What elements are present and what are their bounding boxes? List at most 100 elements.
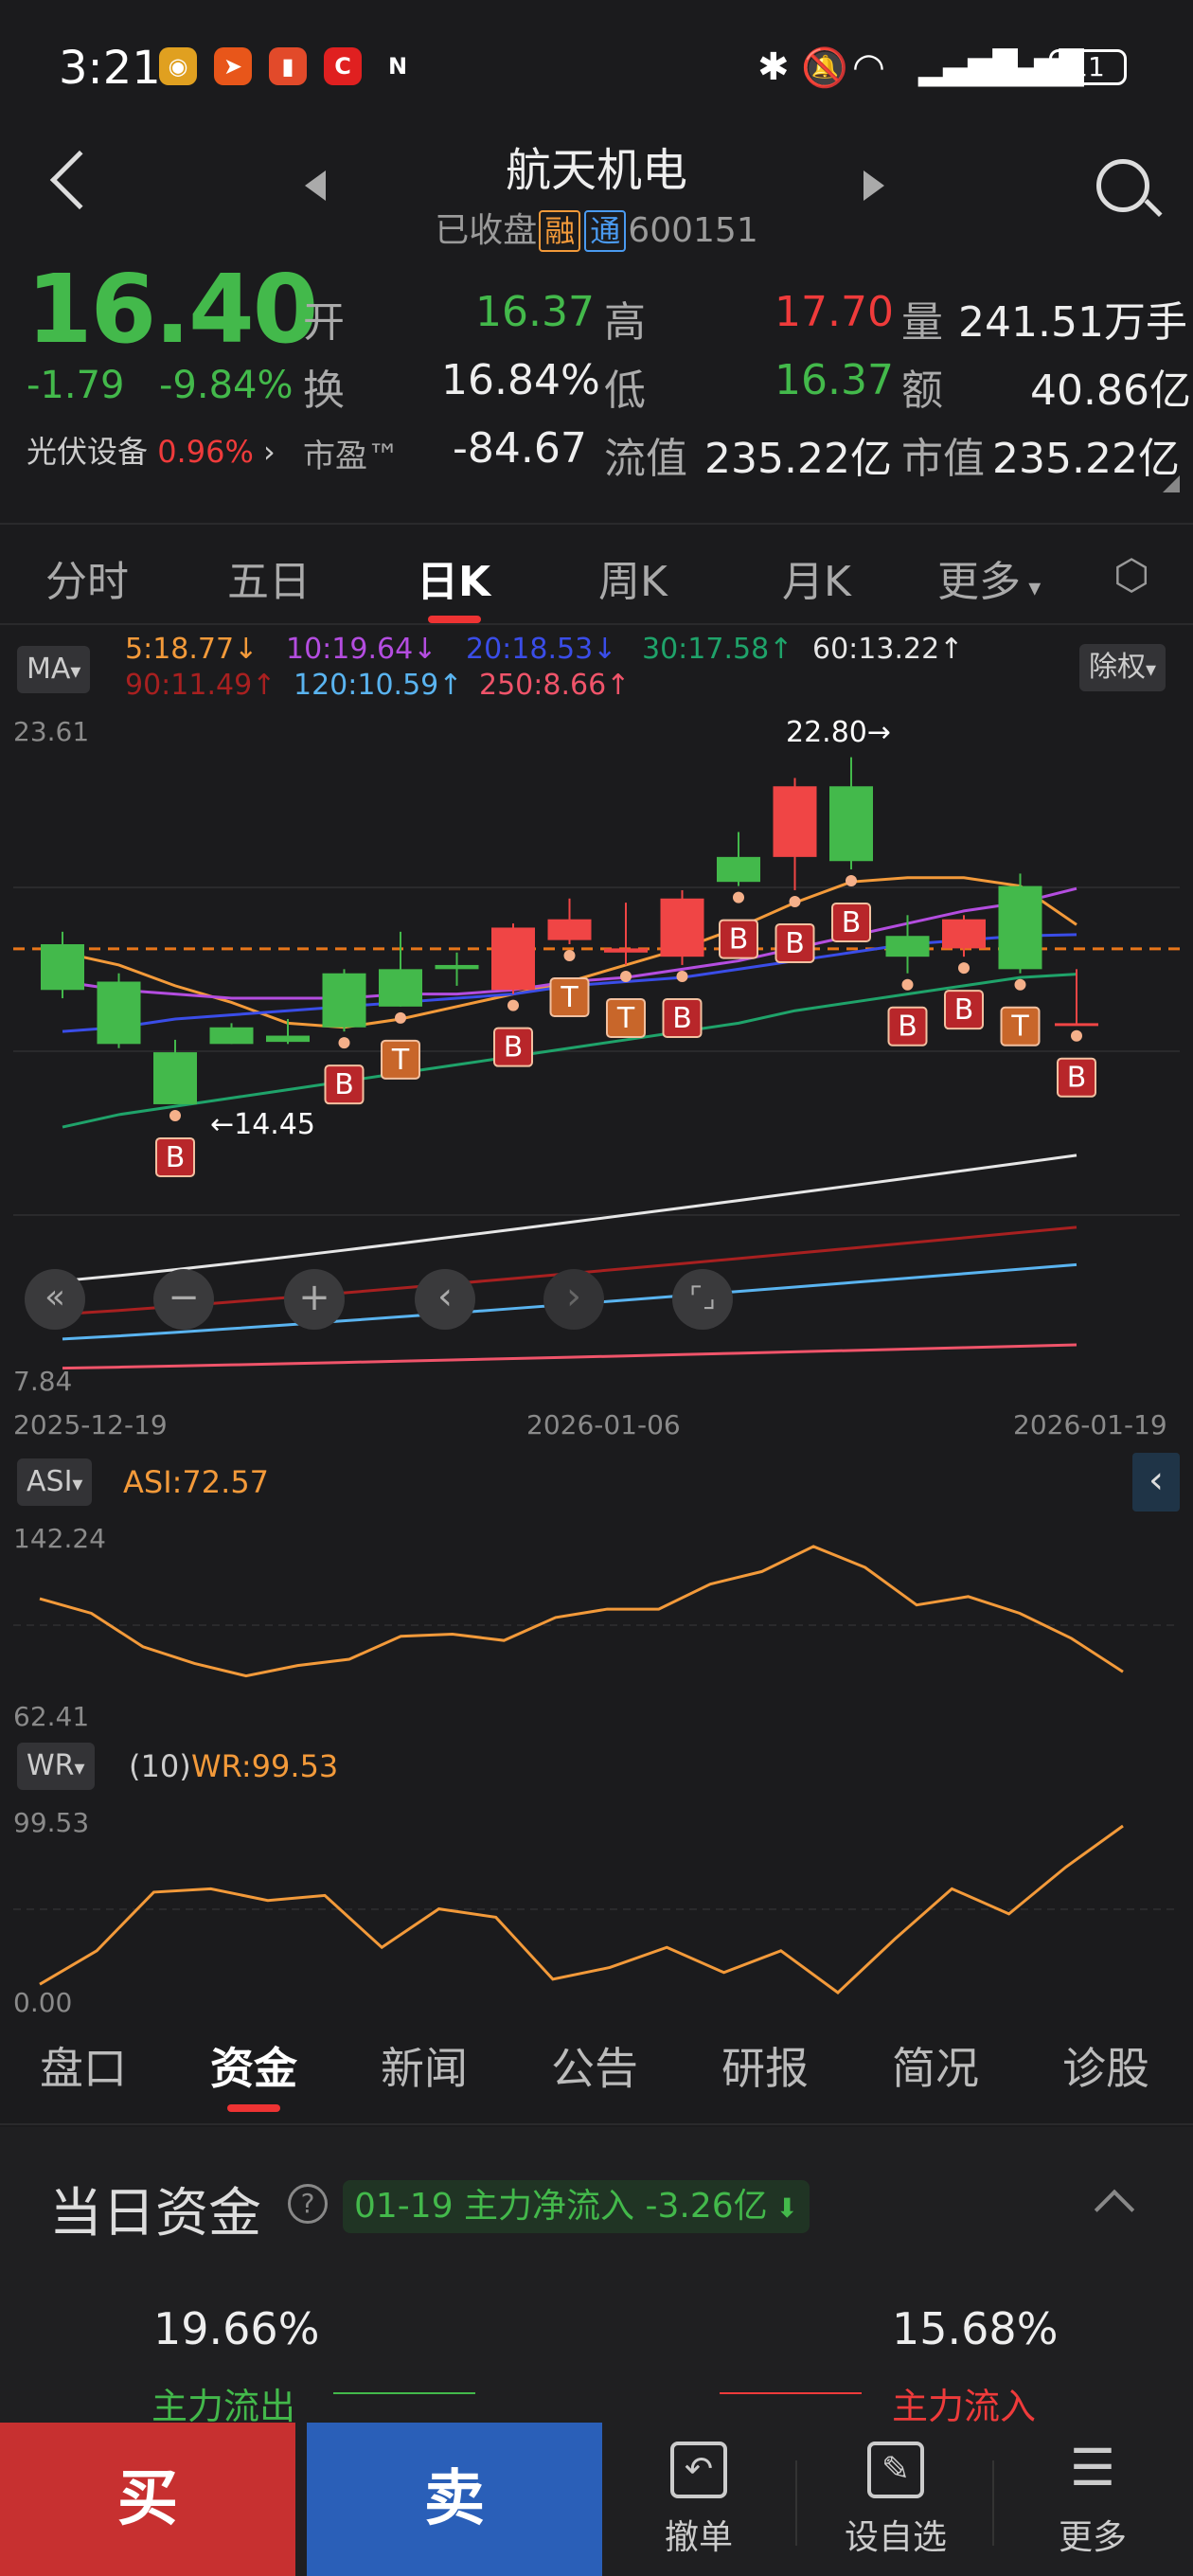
tab-funds[interactable]: 资金 xyxy=(210,2034,297,2097)
settings-hex-icon[interactable]: ⬡ xyxy=(1113,551,1149,599)
expand-corner-icon[interactable] xyxy=(1163,475,1180,492)
tab-announcements[interactable]: 公告 xyxy=(551,2034,638,2097)
volume-value: 241.51万手 xyxy=(958,298,1187,347)
sector-name: 光伏设备 xyxy=(27,434,149,470)
caret-down-icon: ▾ xyxy=(1021,574,1042,602)
candle-body xyxy=(41,944,84,991)
stock-code: 600151 xyxy=(628,211,758,250)
price-change-pct: -9.84% xyxy=(159,364,294,407)
candle-body xyxy=(209,1027,254,1045)
buy-button[interactable]: 买 xyxy=(0,2423,295,2576)
volume-label: 量 xyxy=(901,298,943,347)
candle-body xyxy=(829,786,873,862)
x-axis-end: 2026-01-19 xyxy=(1013,1409,1167,1440)
search-icon[interactable] xyxy=(1096,159,1149,212)
chevron-right-icon: › xyxy=(263,434,276,470)
tab-more-label: 更多 xyxy=(937,558,1021,606)
tab-profile[interactable]: 简况 xyxy=(892,2034,979,2097)
next-stock-icon[interactable] xyxy=(864,170,884,201)
tab-orderbook[interactable]: 盘口 xyxy=(40,2034,127,2097)
signal-label: B xyxy=(785,927,805,960)
tab-research[interactable]: 研报 xyxy=(721,2034,809,2097)
net-inflow-badge: 01-19 主力净流入 -3.26亿 ⬇ xyxy=(343,2180,810,2233)
back-icon[interactable] xyxy=(49,150,110,210)
asi-indicator-button[interactable]: ASI▾ xyxy=(17,1458,93,1506)
candle-body xyxy=(885,936,930,957)
signal-dot xyxy=(733,891,744,903)
adjust-button-label: 除权 xyxy=(1089,651,1146,684)
candle-body xyxy=(942,919,986,949)
candle-body xyxy=(773,786,817,857)
open-label: 开 xyxy=(303,298,345,347)
x-axis-start: 2025-12-19 xyxy=(13,1409,168,1440)
add-watchlist-button[interactable]: ✎ 设自选 xyxy=(810,2424,981,2576)
adjust-button[interactable]: 除权▾ xyxy=(1079,644,1166,691)
asi-chart[interactable] xyxy=(0,1515,1193,1733)
pan-right-icon[interactable]: › xyxy=(543,1269,604,1330)
signal-dot xyxy=(901,978,914,991)
tab-five-day[interactable]: 五日 xyxy=(227,547,311,608)
signal-dot xyxy=(338,1037,350,1049)
candle-body xyxy=(547,919,592,940)
sector-link[interactable]: 光伏设备 0.96% › xyxy=(27,428,276,472)
tab-intraday[interactable]: 分时 xyxy=(45,547,129,608)
cancel-order-button[interactable]: ↶ 撤单 xyxy=(614,2424,784,2576)
open-value: 16.37 xyxy=(475,288,595,336)
divider xyxy=(992,2460,994,2546)
tab-news[interactable]: 新闻 xyxy=(381,2034,468,2097)
candle-body xyxy=(322,973,366,1028)
signal-dot xyxy=(169,1109,181,1121)
price-change: -1.79 xyxy=(27,364,125,407)
asi-value: ASI:72.57 xyxy=(123,1464,270,1500)
tab-weekly-k[interactable]: 周K xyxy=(598,547,668,608)
low-value: 16.37 xyxy=(775,356,894,404)
zoom-in-icon[interactable]: + xyxy=(284,1269,345,1330)
cancel-order-label: 撤单 xyxy=(664,2518,733,2557)
candle-body xyxy=(97,981,141,1045)
signal-label: B xyxy=(954,993,974,1027)
signal-dot xyxy=(789,895,801,907)
candle-body xyxy=(998,886,1042,970)
funds-title: 当日资金 xyxy=(49,2183,261,2245)
more-menu-button[interactable]: ☰ 更多 xyxy=(1007,2424,1178,2576)
outflow-label: 主力流出 xyxy=(151,2386,296,2427)
low-annotation: ←14.45 xyxy=(210,1108,316,1141)
fullscreen-icon[interactable]: ⌜⌟ xyxy=(672,1269,733,1330)
float-cap-value: 235.22亿 xyxy=(704,435,892,483)
tab-diagnosis[interactable]: 诊股 xyxy=(1062,2034,1149,2097)
candle-body xyxy=(153,1052,197,1104)
last-price: 16.40 xyxy=(27,254,318,365)
candle-body xyxy=(379,969,422,1007)
signal-label: B xyxy=(1067,1062,1087,1095)
signal-label: T xyxy=(616,1002,635,1035)
c-app-icon: C xyxy=(324,47,362,85)
candle-body xyxy=(266,1035,310,1043)
low-label: 低 xyxy=(604,367,646,415)
mute-icon: 🔕 xyxy=(801,46,848,90)
ma-indicator-button[interactable]: MA▾ xyxy=(17,646,91,693)
collapse-panel-icon[interactable]: ‹ xyxy=(1132,1453,1180,1512)
ma-legend-item: 30:17.58↑ xyxy=(642,633,793,666)
tab-more[interactable]: 更多 ▾ xyxy=(937,547,1041,608)
signal-dot xyxy=(507,999,519,1011)
tab-daily-k[interactable]: 日K xyxy=(417,547,490,608)
tab-monthly-k[interactable]: 月K xyxy=(782,547,851,608)
zoom-out-icon[interactable]: − xyxy=(153,1269,214,1330)
prev-stock-icon[interactable] xyxy=(305,170,326,201)
high-value: 17.70 xyxy=(775,288,894,336)
sell-button[interactable]: 卖 xyxy=(307,2423,602,2576)
wr-indicator-button[interactable]: WR▾ xyxy=(17,1743,95,1790)
pan-left-icon[interactable]: ‹ xyxy=(415,1269,475,1330)
signal-label: B xyxy=(842,906,862,939)
help-icon[interactable]: ? xyxy=(288,2184,328,2224)
turnover-value: 16.84% xyxy=(441,356,600,404)
margin-tag: 融 xyxy=(539,210,581,252)
inflow-leader-line xyxy=(720,2392,862,2394)
wr-chart[interactable] xyxy=(0,1799,1193,2017)
asi-line xyxy=(39,1545,1124,1678)
ma-legend-item: 120:10.59↑ xyxy=(294,669,463,702)
x-axis-mid: 2026-01-06 xyxy=(526,1409,681,1440)
battery-icon: 11 xyxy=(1049,49,1127,85)
menu-icon: ☰ xyxy=(1069,2438,1116,2497)
rewind-icon[interactable]: « xyxy=(25,1269,85,1330)
